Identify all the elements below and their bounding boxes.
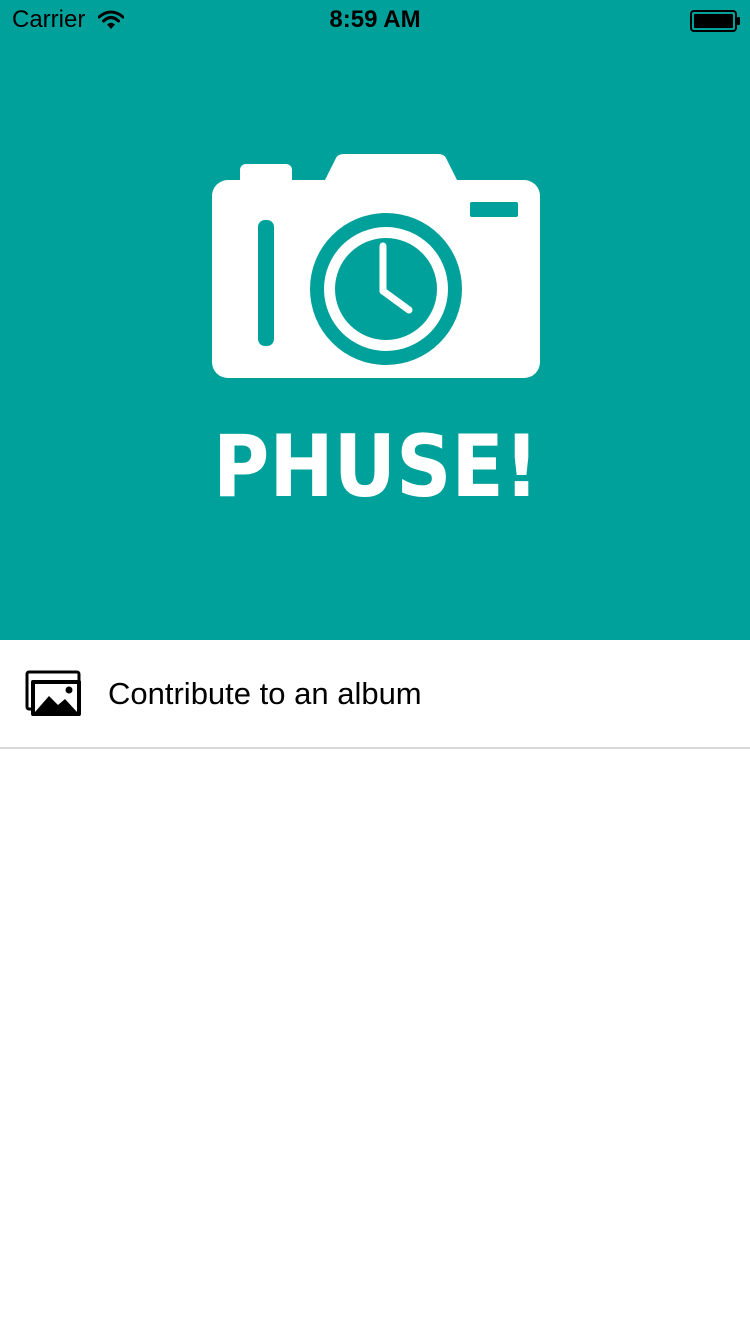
camera-clock-icon	[212, 154, 540, 378]
clock-time: 8:59 AM	[329, 6, 421, 33]
app-screen: Carrier 8:59 AM PHUSE! Contribute to an …	[0, 0, 750, 1334]
status-bar: Carrier 8:59 AM	[0, 0, 750, 40]
battery-icon	[690, 10, 740, 32]
logo-wordmark: PHUSE!	[213, 417, 539, 500]
header-banner: Carrier 8:59 AM PHUSE!	[0, 0, 750, 640]
phuse-logo: PHUSE!	[212, 154, 540, 500]
contribute-album-label: Contribute to an album	[108, 676, 422, 711]
contribute-album-row[interactable]: Contribute to an album	[0, 641, 750, 749]
photo-album-icon	[25, 670, 81, 716]
